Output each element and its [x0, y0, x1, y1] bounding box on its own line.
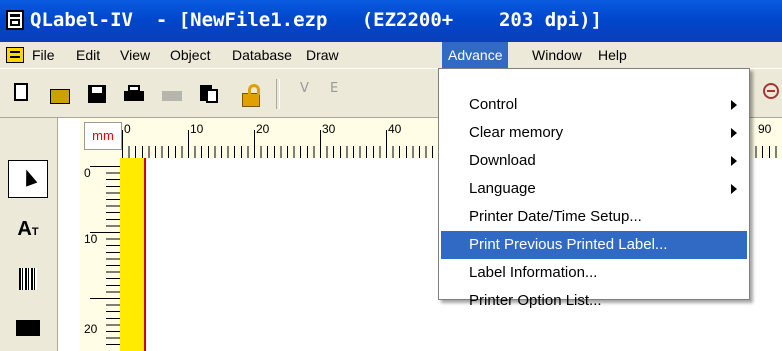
ruler-label: 0	[124, 122, 131, 136]
open-icon[interactable]	[50, 83, 72, 105]
vertical-ruler-label: 0	[84, 166, 91, 180]
menu-help[interactable]: Help	[592, 42, 633, 68]
menu-bar: File Edit View Object Database Draw Adva…	[0, 42, 782, 68]
menu-item-label-information[interactable]: Label Information...	[441, 259, 747, 287]
text-tool[interactable]: AT	[8, 210, 48, 248]
vertical-ruler-label: 10	[84, 232, 98, 246]
submenu-arrow-icon	[731, 184, 737, 194]
zoom-out-icon[interactable]	[763, 83, 779, 99]
print-preview-icon[interactable]	[162, 83, 184, 105]
rectangle-icon	[16, 320, 40, 336]
menu-item-download[interactable]: Download	[441, 147, 747, 175]
copy-icon[interactable]	[198, 83, 220, 105]
vertical-ruler-minor-ticks	[106, 166, 120, 351]
vertical-ruler-label: 20	[84, 322, 98, 336]
toolbar-separator	[276, 79, 280, 109]
menu-item-language[interactable]: Language	[441, 175, 747, 203]
menu-file[interactable]: File	[26, 42, 61, 68]
ruler-label: 90	[758, 122, 772, 136]
menu-item-print-previous-printed-label[interactable]: Print Previous Printed Label...	[441, 231, 747, 259]
lock-icon[interactable]	[240, 83, 262, 107]
pointer-tool[interactable]	[8, 160, 48, 198]
pointer-icon	[20, 167, 38, 187]
print-icon[interactable]	[124, 83, 146, 105]
menu-view[interactable]: View	[114, 42, 156, 68]
app-icon[interactable]	[6, 10, 24, 30]
submenu-arrow-icon	[731, 128, 737, 138]
tool-panel: AT	[0, 118, 58, 351]
menu-advance[interactable]: Advance	[442, 42, 509, 68]
save-icon[interactable]	[88, 83, 110, 105]
document-menu-icon[interactable]	[6, 47, 24, 63]
window-title: QLabel-IV - [NewFile1.ezp (EZ2200+ 203 d…	[30, 9, 602, 31]
ruler-unit[interactable]: mm	[84, 122, 122, 150]
submenu-arrow-icon	[731, 156, 737, 166]
menu-item-clear-memory[interactable]: Clear memory	[441, 119, 747, 147]
vertical-text-icon[interactable]: V	[300, 81, 322, 103]
submenu-arrow-icon	[731, 100, 737, 110]
title-bar: QLabel-IV - [NewFile1.ezp (EZ2200+ 203 d…	[0, 0, 782, 42]
menu-item-printer-date-time-setup[interactable]: Printer Date/Time Setup...	[441, 203, 747, 231]
edit-icon[interactable]: E	[330, 81, 352, 103]
menu-database[interactable]: Database	[226, 42, 298, 68]
new-icon[interactable]	[14, 83, 28, 101]
barcode-tool[interactable]	[8, 260, 48, 298]
ruler-label: 10	[190, 122, 204, 136]
menu-draw[interactable]: Draw	[300, 42, 345, 68]
menu-item-printer-option-list[interactable]: Printer Option List...	[441, 287, 747, 309]
rectangle-tool[interactable]	[8, 310, 48, 348]
ruler-label: 30	[322, 122, 336, 136]
menu-window[interactable]: Window	[526, 42, 588, 68]
label-margin-strip	[120, 158, 145, 351]
ruler-label: 40	[388, 122, 402, 136]
menu-edit[interactable]: Edit	[70, 42, 106, 68]
ruler-label: 20	[256, 122, 270, 136]
menu-object[interactable]: Object	[164, 42, 216, 68]
menu-item-control[interactable]: Control	[441, 91, 747, 119]
barcode-icon	[19, 268, 37, 290]
advance-dropdown-menu: Control Clear memory Download Language P…	[438, 68, 750, 309]
